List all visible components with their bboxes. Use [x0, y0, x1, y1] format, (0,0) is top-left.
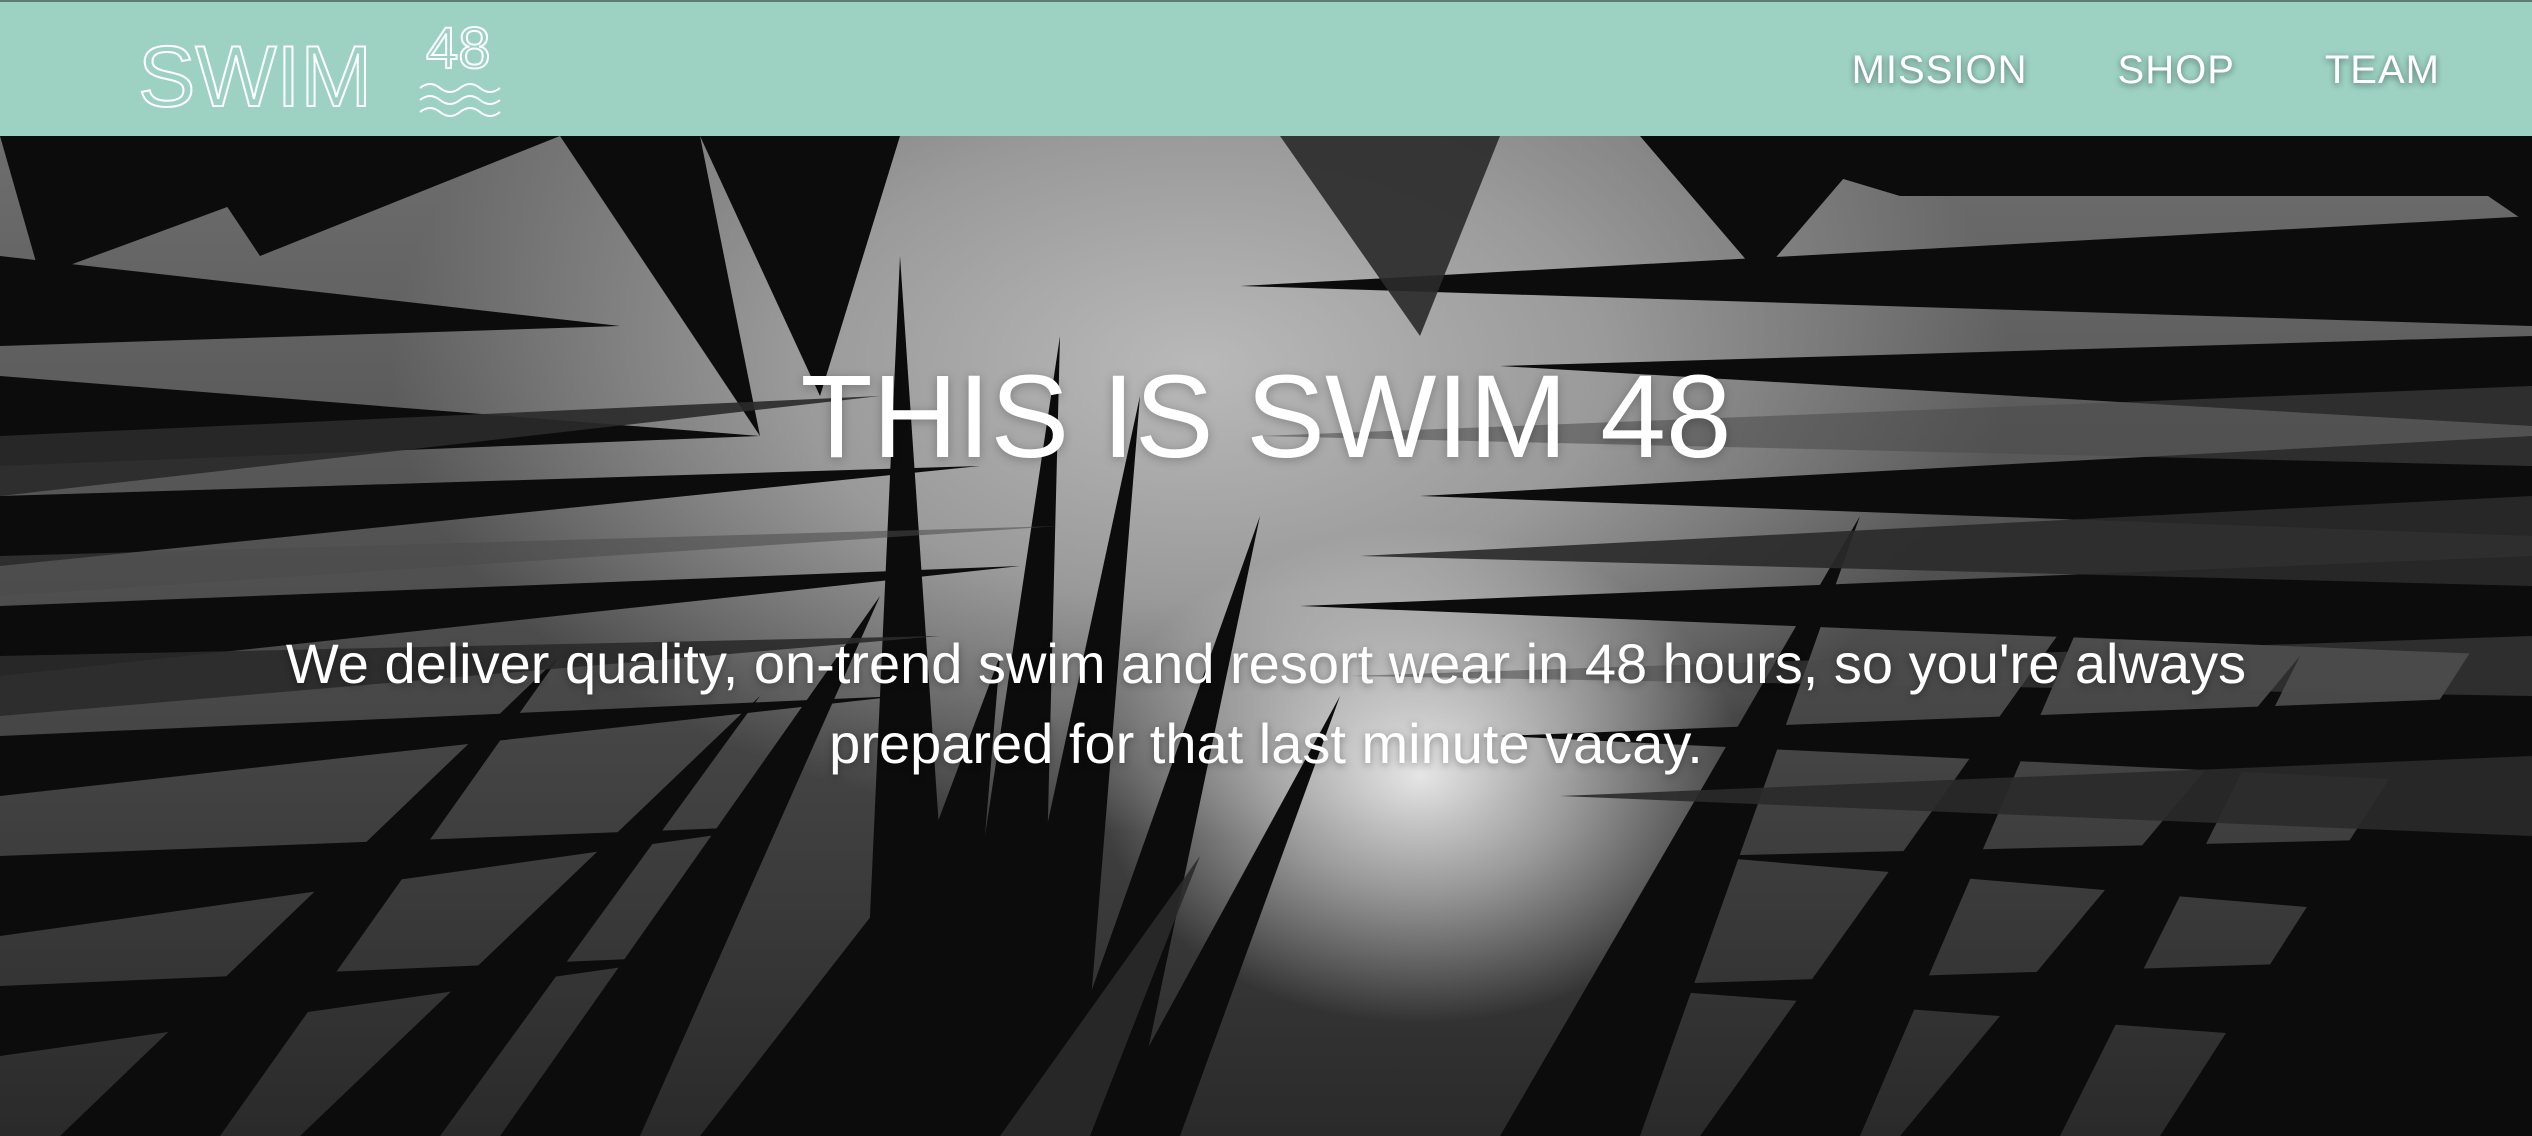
page: SWIM 48 MISSION SHOP TEAM THIS IS SWIM 4…: [0, 0, 2532, 1136]
wave-lines-icon: [419, 83, 501, 117]
nav-link-team[interactable]: TEAM: [2325, 48, 2440, 93]
top-navbar: SWIM 48 MISSION SHOP TEAM: [0, 0, 2532, 136]
logo-number: 48: [426, 16, 491, 81]
logo-text: SWIM: [138, 29, 372, 125]
nav-link-mission[interactable]: MISSION: [1852, 48, 2028, 93]
hero-section: THIS IS SWIM 48 We deliver quality, on-t…: [0, 136, 2532, 1136]
hero-description: We deliver quality, on-trend swim and re…: [285, 632, 2247, 775]
main-nav: MISSION SHOP TEAM: [1852, 2, 2440, 138]
nav-link-shop[interactable]: SHOP: [2118, 48, 2235, 93]
hero-title: THIS IS SWIM 48: [800, 351, 1732, 483]
swim48-logo[interactable]: SWIM 48: [138, 16, 518, 128]
logo-graphic: SWIM 48: [138, 16, 501, 126]
